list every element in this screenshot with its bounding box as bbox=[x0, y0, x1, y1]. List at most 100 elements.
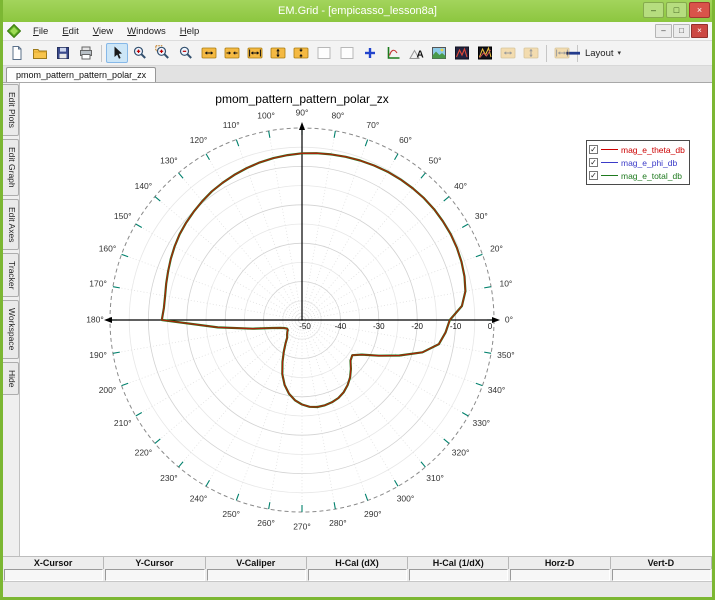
window-title: EM.Grid - [empicasso_lesson8a] bbox=[278, 5, 437, 17]
angle-label: 20° bbox=[490, 243, 503, 253]
pattern1-icon bbox=[454, 45, 470, 61]
tool-disabled-1-button bbox=[497, 43, 519, 63]
export-image-button[interactable] bbox=[428, 43, 450, 63]
window-minimize-button[interactable]: – bbox=[643, 2, 664, 18]
angle-tick bbox=[179, 462, 183, 467]
legend-row-mag-e-total-db: ✓mag_e_total_db bbox=[589, 169, 685, 182]
angle-label: 10° bbox=[499, 278, 512, 288]
legend-checkbox-mag-e-phi-db[interactable]: ✓ bbox=[589, 158, 598, 167]
angle-label: 120° bbox=[190, 135, 208, 145]
open-button[interactable] bbox=[29, 43, 51, 63]
v-shrink-icon bbox=[293, 45, 309, 61]
save-button[interactable] bbox=[52, 43, 74, 63]
angle-tick bbox=[334, 131, 335, 138]
angle-label: 80° bbox=[331, 110, 344, 120]
box-select-2-button[interactable] bbox=[336, 43, 358, 63]
angle-label: 130° bbox=[160, 156, 178, 166]
legend-checkbox-mag-e-total-db[interactable]: ✓ bbox=[589, 171, 598, 180]
edit-axes-button[interactable] bbox=[382, 43, 404, 63]
angle-label: 90° bbox=[296, 107, 309, 117]
expand-y-button[interactable] bbox=[267, 43, 289, 63]
angle-tick bbox=[462, 413, 468, 417]
status-value-v-caliper bbox=[207, 569, 306, 581]
angle-tick bbox=[444, 439, 449, 443]
sidebar-tab-edit-graph[interactable]: Edit Graph bbox=[3, 139, 19, 196]
print-button[interactable] bbox=[75, 43, 97, 63]
mdi-close-button[interactable]: × bbox=[691, 24, 708, 38]
angle-label: 100° bbox=[257, 110, 275, 120]
document-tabstrip: pmom_pattern_pattern_polar_zx bbox=[3, 66, 712, 83]
window-close-button[interactable]: × bbox=[689, 2, 710, 18]
angle-tick bbox=[155, 197, 160, 201]
menu-file[interactable]: File bbox=[26, 24, 55, 39]
layout-button[interactable]: Layout▾ bbox=[582, 43, 604, 63]
menu-edit[interactable]: Edit bbox=[55, 24, 85, 39]
status-value-y-cursor bbox=[105, 569, 204, 581]
plus-icon bbox=[362, 45, 378, 61]
select-pointer-button[interactable] bbox=[106, 43, 128, 63]
status-value-h-cal-dx bbox=[308, 569, 407, 581]
plot-style-dark-button[interactable] bbox=[451, 43, 473, 63]
angle-label: 190° bbox=[89, 350, 107, 360]
angle-label: 70° bbox=[366, 120, 379, 130]
menu-help[interactable]: Help bbox=[173, 24, 207, 39]
text-icon: A bbox=[408, 45, 424, 61]
sidebar-tab-hide[interactable]: Hide bbox=[3, 362, 19, 395]
angle-tick bbox=[136, 413, 142, 417]
zoom-in-button[interactable] bbox=[152, 43, 174, 63]
grid-spoke bbox=[155, 320, 302, 443]
grid-spoke bbox=[179, 173, 302, 320]
angle-label: 40° bbox=[454, 181, 467, 191]
add-marker-button[interactable] bbox=[359, 43, 381, 63]
series-mag-e-theta-db-curve bbox=[162, 153, 466, 407]
angle-tick bbox=[444, 197, 449, 201]
angle-tick bbox=[334, 502, 335, 509]
angle-label: 300° bbox=[397, 494, 415, 504]
angle-tick bbox=[484, 287, 491, 288]
sidebar-tab-edit-plots[interactable]: Edit Plots bbox=[3, 84, 19, 136]
angle-label: 0° bbox=[505, 314, 513, 324]
mdi-restore-button[interactable]: □ bbox=[673, 24, 690, 38]
status-col-h-cal-dx: H-Cal (dX) bbox=[307, 557, 408, 569]
shrink-x-button[interactable] bbox=[221, 43, 243, 63]
sidebar-tab-edit-axes[interactable]: Edit Axes bbox=[3, 199, 19, 250]
grid-spoke bbox=[206, 320, 302, 486]
angle-label: 340° bbox=[488, 385, 506, 395]
grid-spoke bbox=[179, 320, 302, 467]
full-scale-x-button[interactable] bbox=[244, 43, 266, 63]
mdi-window-controls: – □ × bbox=[655, 24, 710, 38]
new-button[interactable] bbox=[6, 43, 28, 63]
axis-arrow-top bbox=[299, 122, 305, 130]
box-select-1-button[interactable] bbox=[313, 43, 335, 63]
menu-items: FileEditViewWindowsHelp bbox=[26, 26, 206, 37]
angle-tick bbox=[365, 140, 367, 147]
add-text-button[interactable]: A bbox=[405, 43, 427, 63]
v-expand-icon bbox=[270, 45, 286, 61]
picture-icon bbox=[431, 45, 447, 61]
angle-tick bbox=[421, 173, 425, 178]
sidebar-tab-tracker[interactable]: Tracker bbox=[3, 253, 19, 298]
angle-label: 30° bbox=[475, 211, 488, 221]
window-maximize-button[interactable]: □ bbox=[666, 2, 687, 18]
status-col-horz-d: Horz-D bbox=[509, 557, 610, 569]
legend-label: mag_e_phi_db bbox=[621, 158, 677, 168]
angle-label: 180° bbox=[86, 314, 104, 324]
angle-label: 280° bbox=[329, 518, 347, 528]
zoom-out-button[interactable] bbox=[175, 43, 197, 63]
grid-spoke bbox=[302, 320, 449, 443]
angle-label: 330° bbox=[473, 418, 491, 428]
zoom-window-button[interactable] bbox=[129, 43, 151, 63]
mdi-minimize-button[interactable]: – bbox=[655, 24, 672, 38]
tab-pmom-pattern-pattern-polar-zx[interactable]: pmom_pattern_pattern_polar_zx bbox=[6, 67, 156, 82]
plot-style-multi-button[interactable] bbox=[474, 43, 496, 63]
axis-arrow-right bbox=[492, 317, 500, 323]
menu-view[interactable]: View bbox=[86, 24, 120, 39]
legend-checkbox-mag-e-theta-db[interactable]: ✓ bbox=[589, 145, 598, 154]
expand-x-button[interactable] bbox=[198, 43, 220, 63]
shrink-y-button[interactable] bbox=[290, 43, 312, 63]
sidebar-tab-workspace[interactable]: Workspace bbox=[3, 300, 19, 358]
menu-windows[interactable]: Windows bbox=[120, 24, 173, 39]
angle-label: 60° bbox=[399, 135, 412, 145]
angle-tick bbox=[155, 439, 160, 443]
radial-label: -20 bbox=[411, 322, 423, 331]
